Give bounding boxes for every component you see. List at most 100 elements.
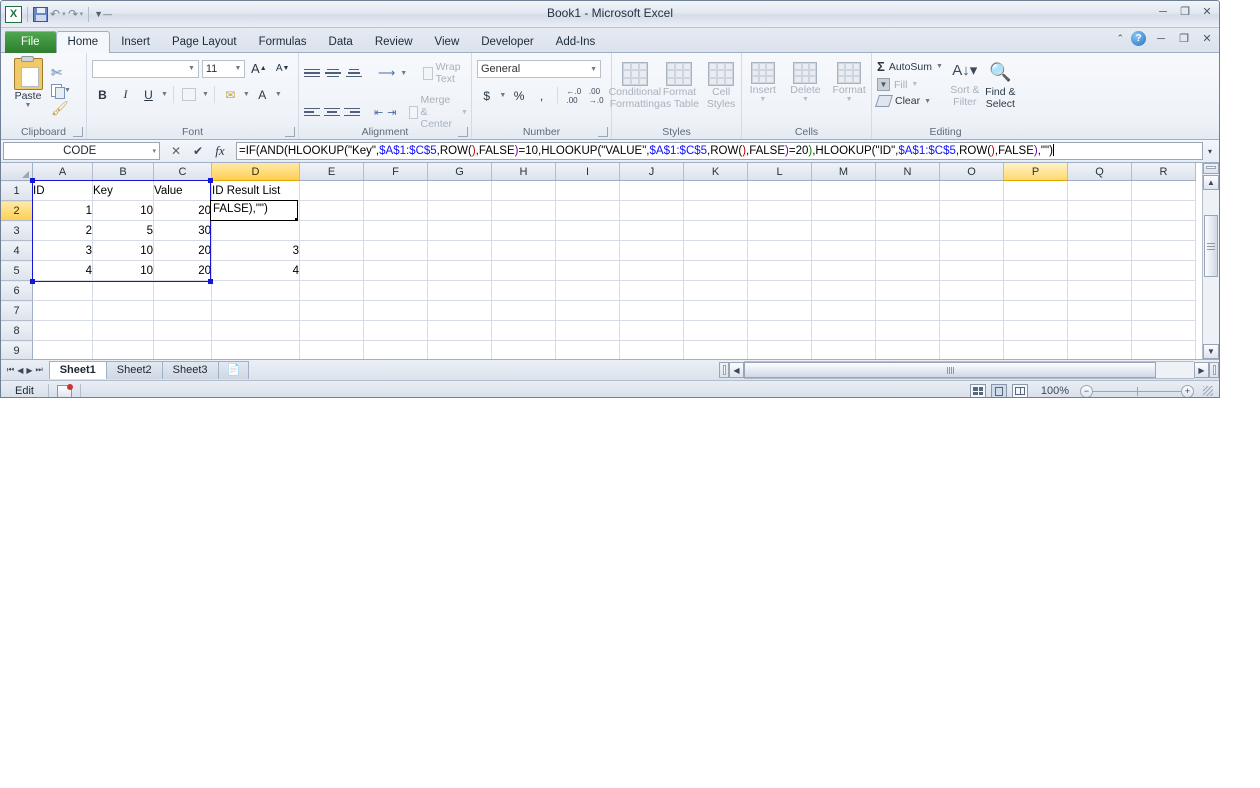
cell-N9[interactable] <box>875 340 940 361</box>
doc-restore-icon[interactable]: ❐ <box>1176 31 1192 46</box>
scroll-right-button[interactable]: ▶ <box>1194 362 1209 378</box>
row-header-2[interactable]: 2 <box>1 200 33 221</box>
row-header-8[interactable]: 8 <box>1 320 33 341</box>
cell-G9[interactable] <box>427 340 492 361</box>
name-box-dropdown-icon[interactable]: ▾ <box>152 147 156 155</box>
cell-L7[interactable] <box>747 300 812 321</box>
font-name-input[interactable]: ▼ <box>92 59 199 78</box>
cell-D4[interactable]: 3 <box>211 240 300 261</box>
column-header-d[interactable]: D <box>211 163 300 181</box>
cell-I3[interactable] <box>555 220 620 241</box>
column-header-q[interactable]: Q <box>1067 163 1132 181</box>
cell-B6[interactable] <box>92 280 154 301</box>
cell-M6[interactable] <box>811 280 876 301</box>
cell-B4[interactable]: 10 <box>92 240 154 261</box>
tab-file[interactable]: File <box>5 31 56 53</box>
sheet-tab-sheet2[interactable]: Sheet2 <box>105 361 163 379</box>
row-header-9[interactable]: 9 <box>1 340 33 361</box>
cell-Q1[interactable] <box>1067 180 1132 201</box>
cell-E7[interactable] <box>299 300 364 321</box>
cell-M8[interactable] <box>811 320 876 341</box>
cell-K8[interactable] <box>683 320 748 341</box>
cell-Q5[interactable] <box>1067 260 1132 281</box>
last-sheet-icon[interactable]: ⏭ <box>36 365 43 375</box>
help-icon[interactable]: ? <box>1131 31 1146 46</box>
underline-dropdown-icon[interactable]: ▼ <box>161 91 168 98</box>
format-as-table-button[interactable]: Format as Table <box>658 59 700 122</box>
cell-H4[interactable] <box>491 240 556 261</box>
format-cells-dropdown-icon[interactable]: ▼ <box>846 96 853 103</box>
cell-F2[interactable] <box>363 200 428 221</box>
increase-indent-button[interactable]: ⇥ <box>387 102 396 123</box>
column-header-f[interactable]: F <box>363 163 428 181</box>
tab-view[interactable]: View <box>424 31 471 53</box>
borders-button[interactable] <box>179 84 200 105</box>
cell-I5[interactable] <box>555 260 620 281</box>
minimize-icon[interactable]: ─ <box>1155 4 1171 19</box>
cell-K5[interactable] <box>683 260 748 281</box>
row-header-3[interactable]: 3 <box>1 220 33 241</box>
cell-R8[interactable] <box>1131 320 1196 341</box>
zoom-slider[interactable]: − + <box>1080 384 1194 397</box>
cell-A5[interactable]: 4 <box>32 260 93 281</box>
clear-dropdown-icon[interactable]: ▼ <box>924 98 931 105</box>
cell-P4[interactable] <box>1003 240 1068 261</box>
cell-K4[interactable] <box>683 240 748 261</box>
horizontal-split-handle-right[interactable] <box>1209 362 1219 378</box>
cell-L6[interactable] <box>747 280 812 301</box>
cell-E4[interactable] <box>299 240 364 261</box>
cell-G2[interactable] <box>427 200 492 221</box>
cell-Q9[interactable] <box>1067 340 1132 361</box>
cell-A8[interactable] <box>32 320 93 341</box>
cell-A4[interactable]: 3 <box>32 240 93 261</box>
horizontal-split-handle[interactable] <box>719 362 729 378</box>
cell-N8[interactable] <box>875 320 940 341</box>
cell-E6[interactable] <box>299 280 364 301</box>
prev-sheet-icon[interactable]: ◀ <box>17 366 23 375</box>
cell-L3[interactable] <box>747 220 812 241</box>
cell-K1[interactable] <box>683 180 748 201</box>
cell-M9[interactable] <box>811 340 876 361</box>
comma-format-button[interactable]: , <box>532 85 551 106</box>
cell-R3[interactable] <box>1131 220 1196 241</box>
cell-E3[interactable] <box>299 220 364 241</box>
cell-R4[interactable] <box>1131 240 1196 261</box>
cell-F7[interactable] <box>363 300 428 321</box>
cell-B1[interactable]: Key <box>92 180 154 201</box>
cell-H6[interactable] <box>491 280 556 301</box>
resize-grip-icon[interactable] <box>1203 386 1213 396</box>
cell-Q3[interactable] <box>1067 220 1132 241</box>
grow-font-button[interactable]: A ▲ <box>248 58 269 79</box>
cell-C9[interactable] <box>153 340 212 361</box>
record-macro-icon[interactable] <box>56 383 73 397</box>
cell-R6[interactable] <box>1131 280 1196 301</box>
paste-button[interactable]: Paste ▼ <box>5 55 51 122</box>
cell-M5[interactable] <box>811 260 876 281</box>
cell-G4[interactable] <box>427 240 492 261</box>
font-dialog-launcher[interactable] <box>285 127 295 137</box>
zoom-in-button[interactable]: + <box>1181 384 1194 397</box>
cell-F1[interactable] <box>363 180 428 201</box>
column-header-e[interactable]: E <box>299 163 364 181</box>
vertical-scrollbar[interactable]: ▲ ▼ <box>1202 163 1219 359</box>
cell-E9[interactable] <box>299 340 364 361</box>
cell-I6[interactable] <box>555 280 620 301</box>
cell-H5[interactable] <box>491 260 556 281</box>
cancel-icon[interactable]: ✕ <box>168 143 184 159</box>
expand-formula-bar-icon[interactable]: ▾ <box>1203 142 1217 160</box>
cell-D8[interactable] <box>211 320 300 341</box>
orientation-dropdown-icon[interactable]: ▼ <box>400 70 407 77</box>
cell-N6[interactable] <box>875 280 940 301</box>
cell-Q7[interactable] <box>1067 300 1132 321</box>
cell-P2[interactable] <box>1003 200 1068 221</box>
cell-C3[interactable]: 30 <box>153 220 212 241</box>
cell-styles-button[interactable]: Cell Styles <box>702 59 740 122</box>
cell-F9[interactable] <box>363 340 428 361</box>
cell-K7[interactable] <box>683 300 748 321</box>
cell-C6[interactable] <box>153 280 212 301</box>
doc-minimize-icon[interactable]: ─ <box>1153 31 1169 46</box>
column-header-k[interactable]: K <box>683 163 748 181</box>
cell-G7[interactable] <box>427 300 492 321</box>
cell-H9[interactable] <box>491 340 556 361</box>
shrink-font-button[interactable]: A ▼ <box>272 58 293 79</box>
